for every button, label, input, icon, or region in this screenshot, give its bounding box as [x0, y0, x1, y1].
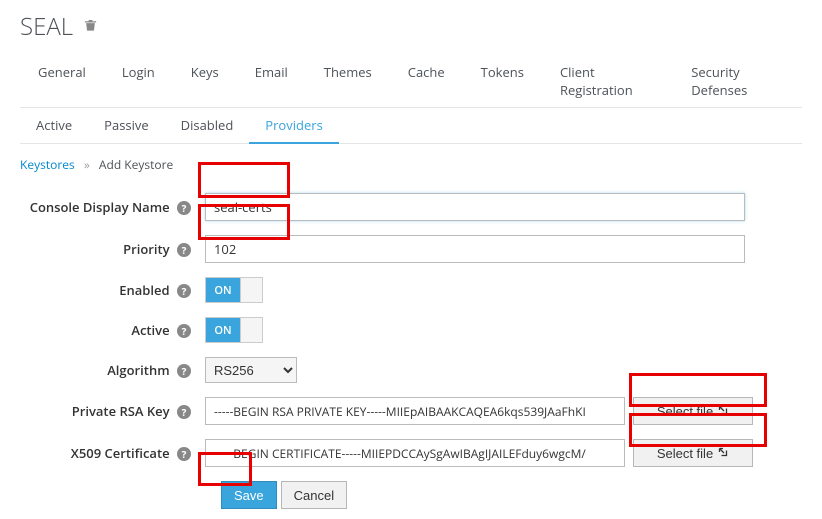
- breadcrumb: Keystores » Add Keystore: [20, 156, 802, 173]
- help-icon[interactable]: ?: [177, 405, 191, 419]
- page-title: SEAL: [20, 10, 802, 43]
- tab-email[interactable]: Email: [237, 55, 306, 107]
- tab-client-registration[interactable]: Client Registration: [542, 55, 673, 107]
- help-icon[interactable]: ?: [177, 324, 191, 338]
- popout-icon: [717, 404, 729, 419]
- help-icon[interactable]: ?: [177, 364, 191, 378]
- tab-keys[interactable]: Keys: [173, 55, 237, 107]
- display-name-input[interactable]: [205, 193, 745, 221]
- tab-cache[interactable]: Cache: [390, 55, 463, 107]
- toggle-on-label: ON: [206, 318, 240, 342]
- toggle-knob: [240, 278, 262, 302]
- x509-input[interactable]: [205, 439, 625, 467]
- row-x509: X509 Certificate ? Select file: [20, 439, 802, 467]
- toggle-on-label: ON: [206, 278, 240, 302]
- active-toggle[interactable]: ON: [205, 317, 263, 343]
- row-enabled: Enabled ? ON: [20, 277, 802, 303]
- label-active: Active ?: [20, 321, 205, 339]
- enabled-toggle[interactable]: ON: [205, 277, 263, 303]
- tab-themes[interactable]: Themes: [306, 55, 390, 107]
- save-button[interactable]: Save: [221, 481, 277, 509]
- breadcrumb-keystores[interactable]: Keystores: [20, 156, 75, 173]
- trash-icon[interactable]: [83, 15, 98, 39]
- label-enabled: Enabled ?: [20, 281, 205, 299]
- tab-login[interactable]: Login: [104, 55, 173, 107]
- row-active: Active ? ON: [20, 317, 802, 343]
- x509-select-file-button[interactable]: Select file: [633, 439, 753, 467]
- label-x509: X509 Certificate ?: [20, 444, 205, 462]
- label-priority: Priority ?: [20, 240, 205, 258]
- breadcrumb-current: Add Keystore: [99, 156, 173, 173]
- subtab-disabled[interactable]: Disabled: [165, 108, 250, 143]
- tab-tokens[interactable]: Tokens: [463, 55, 542, 107]
- help-icon[interactable]: ?: [177, 243, 191, 257]
- subtab-active[interactable]: Active: [20, 108, 88, 143]
- tab-general[interactable]: General: [20, 55, 104, 107]
- popout-icon: [717, 446, 729, 461]
- private-key-select-file-button[interactable]: Select file: [633, 397, 753, 425]
- help-icon[interactable]: ?: [177, 284, 191, 298]
- private-key-input[interactable]: [205, 397, 625, 425]
- breadcrumb-separator: »: [84, 156, 90, 173]
- subtab-providers[interactable]: Providers: [249, 108, 339, 144]
- row-private-key: Private RSA Key ? Select file: [20, 397, 802, 425]
- toggle-knob: [240, 318, 262, 342]
- help-icon[interactable]: ?: [177, 201, 191, 215]
- row-algorithm: Algorithm ? RS256: [20, 357, 802, 383]
- tab-security-defenses[interactable]: Security Defenses: [673, 55, 802, 107]
- row-priority: Priority ?: [20, 235, 802, 263]
- cancel-button[interactable]: Cancel: [281, 481, 347, 509]
- label-private-key: Private RSA Key ?: [20, 402, 205, 420]
- page-title-text: SEAL: [20, 10, 73, 43]
- priority-input[interactable]: [205, 235, 745, 263]
- row-display-name: Console Display Name ?: [20, 193, 802, 221]
- button-row: Save Cancel: [205, 481, 802, 509]
- tabs-main: General Login Keys Email Themes Cache To…: [20, 55, 802, 108]
- algorithm-select[interactable]: RS256: [205, 357, 297, 383]
- tabs-sub: Active Passive Disabled Providers: [20, 108, 802, 144]
- help-icon[interactable]: ?: [177, 447, 191, 461]
- label-display-name: Console Display Name ?: [20, 198, 205, 216]
- subtab-passive[interactable]: Passive: [88, 108, 165, 143]
- label-algorithm: Algorithm ?: [20, 361, 205, 379]
